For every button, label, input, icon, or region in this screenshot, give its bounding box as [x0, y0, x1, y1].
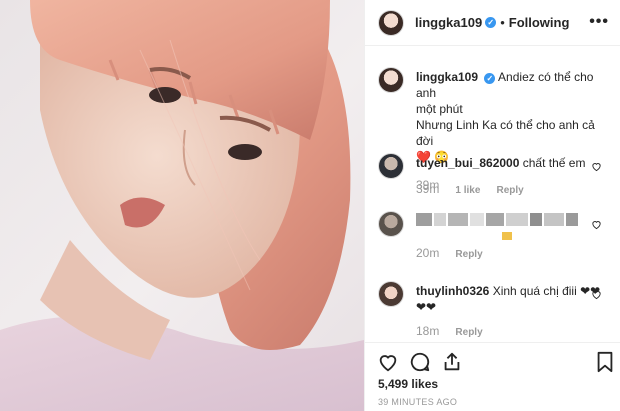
likes-count[interactable]: 5,499 likes: [378, 377, 438, 391]
comments-list[interactable]: linggka109 ✓ Andiez có thể cho anh một p…: [365, 47, 620, 341]
like-comment-heart-icon[interactable]: [591, 161, 602, 172]
caption-text-line3: Nhưng Linh Ka có thể cho anh cả đời: [416, 118, 595, 148]
avatar[interactable]: [378, 153, 404, 179]
separator-dot: •: [500, 15, 505, 30]
avatar[interactable]: [378, 9, 404, 36]
comment-likes-count[interactable]: 1 like: [455, 185, 480, 196]
reply-button[interactable]: Reply: [455, 327, 482, 338]
comment-text: chất thế em: [522, 156, 586, 170]
post-header: linggka109 ✓ • Following •••: [365, 0, 620, 46]
verified-badge-icon: ✓: [485, 17, 497, 28]
comment-username[interactable]: thuylinh0326: [416, 284, 489, 298]
avatar[interactable]: [378, 67, 404, 93]
post-actions-bar: 5,499 likes 39 MINUTES AGO: [365, 342, 620, 411]
post-username[interactable]: linggka109: [415, 15, 482, 30]
post-side-panel: linggka109 ✓ • Following ••• linggka109 …: [364, 0, 620, 411]
caption-text-line2: một phút: [416, 102, 463, 116]
comment-text: Xinh quá chị điii ❤❤: [492, 284, 601, 298]
like-heart-icon[interactable]: [377, 351, 399, 373]
reply-button[interactable]: Reply: [497, 185, 524, 196]
verified-badge-icon: ✓: [484, 73, 496, 84]
like-comment-heart-icon[interactable]: [591, 219, 602, 230]
following-button[interactable]: Following: [509, 15, 570, 30]
comment-time[interactable]: 39m: [416, 182, 439, 196]
comment-time[interactable]: 18m: [416, 324, 439, 338]
avatar[interactable]: [378, 281, 404, 307]
comment-username[interactable]: tuyen_bui_862000: [416, 156, 519, 170]
like-comment-heart-icon[interactable]: [591, 289, 602, 300]
comment-text-continued: ❤❤: [416, 300, 437, 314]
post-timestamp: 39 MINUTES AGO: [378, 397, 458, 407]
censored-comment-text: [416, 211, 606, 240]
share-icon[interactable]: [441, 351, 463, 373]
save-bookmark-icon[interactable]: [595, 351, 615, 373]
avatar[interactable]: [378, 211, 404, 237]
post-photo[interactable]: [0, 0, 364, 411]
caption-username[interactable]: linggka109: [416, 70, 478, 84]
comment-time[interactable]: 20m: [416, 246, 439, 260]
more-options-icon[interactable]: •••: [589, 14, 609, 30]
reply-button[interactable]: Reply: [455, 249, 482, 260]
portrait-illustration: [0, 0, 364, 411]
comment-bubble-icon[interactable]: [409, 351, 431, 373]
